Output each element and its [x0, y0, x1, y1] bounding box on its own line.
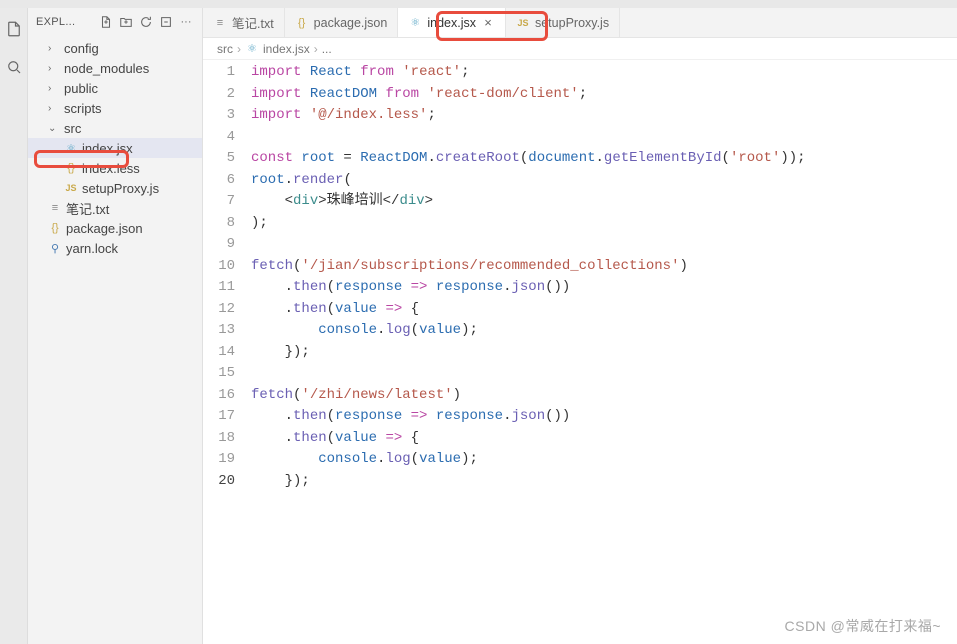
code-line[interactable]: const root = ReactDOM.createRoot(documen…: [251, 148, 957, 170]
code-line[interactable]: });: [251, 471, 957, 493]
code-line[interactable]: import '@/index.less';: [251, 105, 957, 127]
tab-label: index.jsx: [427, 16, 476, 30]
activity-bar: [0, 8, 28, 644]
code-line[interactable]: import ReactDOM from 'react-dom/client';: [251, 84, 957, 106]
code-line[interactable]: root.render(: [251, 170, 957, 192]
tree-item-label: yarn.lock: [66, 241, 118, 256]
line-number: 13: [203, 320, 235, 342]
code-line[interactable]: console.log(value);: [251, 449, 957, 471]
tree-item-label: config: [64, 41, 99, 56]
explorer-sidebar: EXPL... ··· ›config›node_modules›public›…: [28, 8, 203, 644]
code-editor[interactable]: 1234567891011121314151617181920 import R…: [203, 60, 957, 644]
explorer-header: EXPL... ···: [28, 8, 202, 36]
code-line[interactable]: .then(value => {: [251, 299, 957, 321]
line-number: 14: [203, 342, 235, 364]
tree-item----txt[interactable]: ≡笔记.txt: [28, 198, 202, 218]
code-content[interactable]: import React from 'react';import ReactDO…: [251, 60, 957, 644]
line-number: 15: [203, 363, 235, 385]
code-line[interactable]: fetch('/zhi/news/latest'): [251, 385, 957, 407]
collapse-icon[interactable]: [158, 14, 174, 30]
tree-item-index-jsx[interactable]: ⚛index.jsx: [28, 138, 202, 158]
new-folder-icon[interactable]: [118, 14, 134, 30]
line-number: 9: [203, 234, 235, 256]
line-number: 18: [203, 428, 235, 450]
tree-item-package-json[interactable]: {}package.json: [28, 218, 202, 238]
chevron-right-icon: ›: [237, 42, 241, 56]
tree-item-config[interactable]: ›config: [28, 38, 202, 58]
refresh-icon[interactable]: [138, 14, 154, 30]
tree-item-scripts[interactable]: ›scripts: [28, 98, 202, 118]
explorer-title: EXPL...: [36, 16, 94, 28]
breadcrumb[interactable]: src › ⚛ index.jsx › ...: [203, 38, 957, 60]
tree-item-label: 笔记.txt: [66, 199, 109, 218]
editor-area: ≡笔记.txt{}package.json ⚛ index.jsx × JSsetupP…: [203, 8, 957, 644]
more-icon[interactable]: ···: [178, 14, 194, 30]
line-number: 3: [203, 105, 235, 127]
code-line[interactable]: .then(response => response.json()): [251, 277, 957, 299]
tree-item-setupProxy-js[interactable]: JSsetupProxy.js: [28, 178, 202, 198]
line-number: 8: [203, 213, 235, 235]
code-line[interactable]: import React from 'react';: [251, 62, 957, 84]
chevron-right-icon: ›: [314, 42, 318, 56]
tab----txt[interactable]: ≡笔记.txt: [203, 8, 285, 37]
tree-item-label: public: [64, 81, 98, 96]
line-number: 1: [203, 62, 235, 84]
code-line[interactable]: [251, 127, 957, 149]
line-gutter: 1234567891011121314151617181920: [203, 60, 251, 644]
editor-tabs: ≡笔记.txt{}package.json⚛index.jsx×JSsetupP…: [203, 8, 957, 38]
tree-item-index-less[interactable]: {}index.less: [28, 158, 202, 178]
code-line[interactable]: [251, 234, 957, 256]
tab-index-jsx[interactable]: ⚛index.jsx×: [398, 8, 506, 37]
tree-item-label: src: [64, 121, 81, 136]
line-number: 16: [203, 385, 235, 407]
line-number: 7: [203, 191, 235, 213]
window-top-bar: [0, 0, 957, 8]
code-line[interactable]: );: [251, 213, 957, 235]
tab-label: package.json: [314, 16, 388, 30]
line-number: 12: [203, 299, 235, 321]
file-tree: ›config›node_modules›public›scripts⌄src⚛…: [28, 36, 202, 644]
line-number: 17: [203, 406, 235, 428]
tab-label: setupProxy.js: [535, 16, 609, 30]
breadcrumb-seg[interactable]: index.jsx: [263, 42, 310, 56]
tree-item-public[interactable]: ›public: [28, 78, 202, 98]
code-line[interactable]: [251, 363, 957, 385]
tree-item-label: node_modules: [64, 61, 149, 76]
line-number: 20: [203, 471, 235, 493]
tree-item-yarn-lock[interactable]: ⚲yarn.lock: [28, 238, 202, 258]
tree-item-src[interactable]: ⌄src: [28, 118, 202, 138]
breadcrumb-seg[interactable]: src: [217, 42, 233, 56]
tree-item-label: setupProxy.js: [82, 181, 159, 196]
new-file-icon[interactable]: [98, 14, 114, 30]
line-number: 2: [203, 84, 235, 106]
code-line[interactable]: .then(value => {: [251, 428, 957, 450]
code-line[interactable]: });: [251, 342, 957, 364]
tree-item-node_modules[interactable]: ›node_modules: [28, 58, 202, 78]
line-number: 19: [203, 449, 235, 471]
breadcrumb-seg[interactable]: ...: [322, 42, 332, 56]
search-icon[interactable]: [3, 56, 25, 78]
tab-label: 笔记.txt: [232, 13, 274, 32]
tree-item-label: package.json: [66, 221, 143, 236]
code-line[interactable]: .then(response => response.json()): [251, 406, 957, 428]
tree-item-label: scripts: [64, 101, 102, 116]
line-number: 11: [203, 277, 235, 299]
line-number: 4: [203, 127, 235, 149]
code-line[interactable]: <div>珠峰培训</div>: [251, 191, 957, 213]
close-icon[interactable]: ×: [481, 16, 495, 30]
react-icon: ⚛: [245, 42, 259, 55]
code-line[interactable]: console.log(value);: [251, 320, 957, 342]
line-number: 6: [203, 170, 235, 192]
watermark-text: CSDN @常威在打来福~: [785, 616, 941, 636]
files-icon[interactable]: [3, 18, 25, 40]
line-number: 5: [203, 148, 235, 170]
tree-item-label: index.less: [82, 161, 140, 176]
tree-item-label: index.jsx: [82, 141, 133, 156]
code-line[interactable]: fetch('/jian/subscriptions/recommended_c…: [251, 256, 957, 278]
line-number: 10: [203, 256, 235, 278]
tab-package-json[interactable]: {}package.json: [285, 8, 399, 37]
tab-setupProxy-js[interactable]: JSsetupProxy.js: [506, 8, 620, 37]
